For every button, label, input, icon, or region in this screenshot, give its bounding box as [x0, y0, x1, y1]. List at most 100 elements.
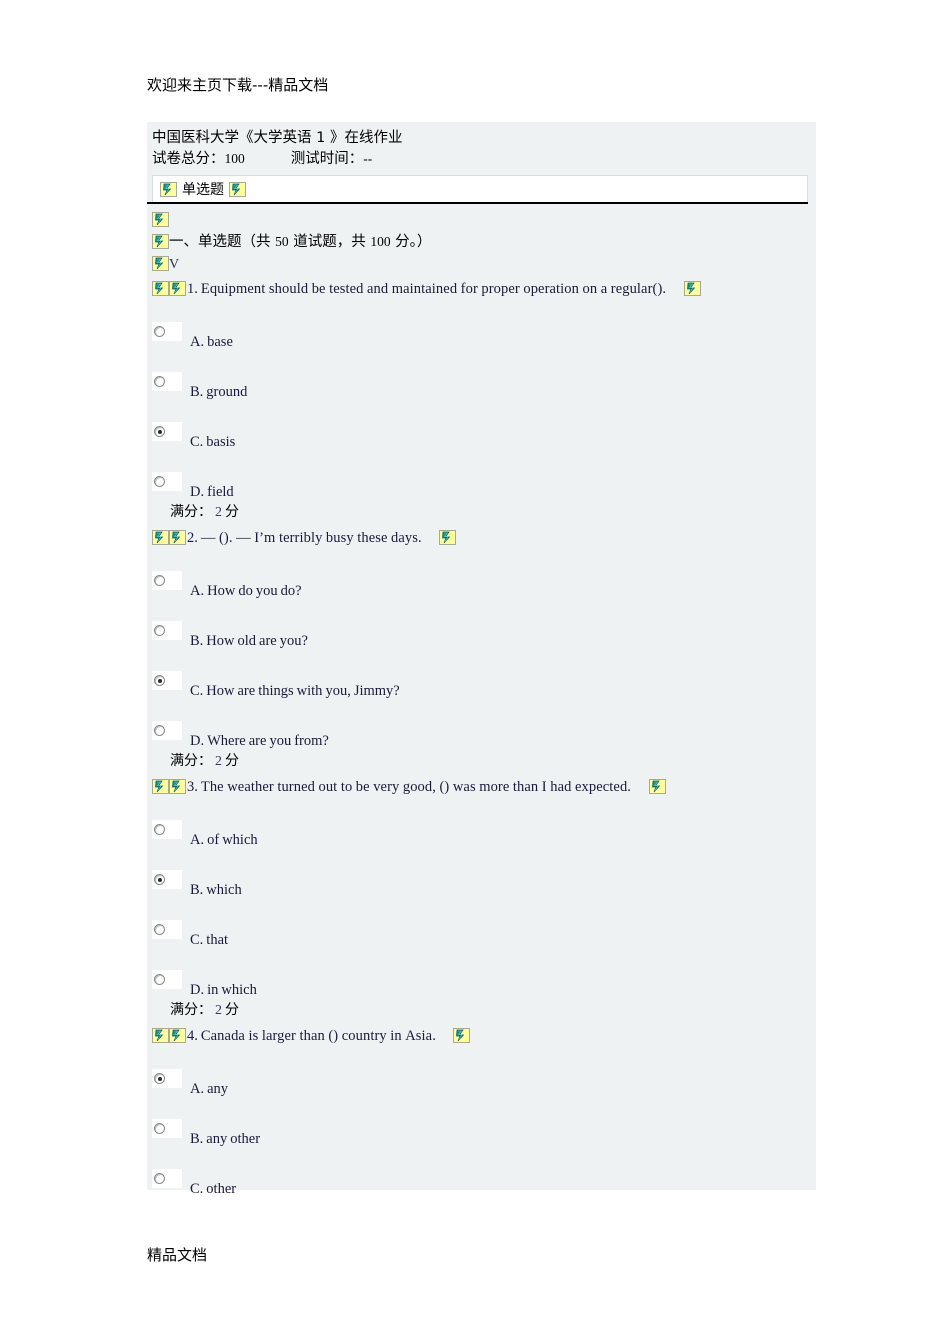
test-time-value: --	[363, 151, 373, 166]
radio-button-b[interactable]	[154, 376, 165, 387]
section-heading-prefix: 一、单选题（共	[169, 234, 276, 250]
exam-title: 中国医科大学《大学英语 1 》在线作业	[152, 130, 403, 146]
option-row[interactable]: C. basis	[152, 400, 808, 450]
option-row[interactable]: B. any other	[152, 1097, 808, 1147]
radio-cell[interactable]	[152, 970, 182, 989]
score-prefix: 满分：	[170, 1002, 212, 1018]
option-row[interactable]: C. other	[152, 1147, 808, 1197]
broken-image-icon	[152, 779, 169, 794]
broken-image-icon	[152, 256, 169, 271]
score-prefix: 满分：	[170, 753, 212, 769]
radio-button-a[interactable]	[154, 1073, 165, 1084]
bottom-watermark: 精品文档	[147, 1246, 208, 1264]
radio-button-d[interactable]	[154, 974, 165, 985]
broken-image-icon	[169, 281, 186, 296]
stray-char: V	[169, 257, 180, 272]
option-row[interactable]: B. which	[152, 848, 808, 898]
broken-image-icon	[648, 779, 666, 794]
score-value: 2	[215, 1003, 222, 1018]
score-value: 2	[215, 754, 222, 769]
radio-button-b[interactable]	[154, 625, 165, 636]
radio-cell[interactable]	[152, 870, 182, 889]
stray-char-line: V	[152, 254, 808, 275]
option-row[interactable]: D. Where are you from?	[152, 699, 808, 749]
radio-cell[interactable]	[152, 621, 182, 640]
radio-cell[interactable]	[152, 422, 182, 441]
radio-cell[interactable]	[152, 1119, 182, 1138]
question-stem: 1. Equipment should be tested and maintained fo…	[152, 278, 808, 300]
option-label: D. in which	[190, 982, 257, 998]
option-label: A. How do you do?	[190, 583, 302, 599]
option-row[interactable]: B. ground	[152, 350, 808, 400]
exam-panel: 中国医科大学《大学英语 1 》在线作业 试卷总分：100测试时间：-- 单选题	[147, 122, 816, 1197]
option-row[interactable]: B. How old are you?	[152, 599, 808, 649]
radio-cell[interactable]	[152, 372, 182, 391]
option-label: A. of which	[190, 832, 258, 848]
radio-cell[interactable]	[152, 671, 182, 690]
radio-cell[interactable]	[152, 472, 182, 491]
radio-button-c[interactable]	[154, 924, 165, 935]
broken-image-icon	[169, 779, 186, 794]
score-suffix: 分	[225, 753, 239, 769]
top-watermark: 欢迎来主页下载---精品文档	[147, 76, 329, 94]
score-line: 满分： 2 分	[170, 999, 808, 1022]
question-text: Equipment should be tested and maintained for p…	[200, 281, 667, 297]
broken-image-icon	[683, 281, 701, 296]
question-number: 1.	[187, 281, 198, 297]
tab-strip[interactable]: 单选题	[152, 175, 808, 202]
radio-button-b[interactable]	[154, 1123, 165, 1134]
radio-button-c[interactable]	[154, 426, 165, 437]
radio-button-a[interactable]	[154, 824, 165, 835]
option-label: A. base	[190, 334, 233, 350]
score-prefix: 满分：	[170, 504, 212, 520]
radio-button-d[interactable]	[154, 476, 165, 487]
broken-image-icon	[152, 530, 169, 545]
question-block: 1. Equipment should be tested and maintained fo…	[152, 278, 808, 524]
radio-cell[interactable]	[152, 1069, 182, 1088]
tab-label: 单选题	[182, 182, 224, 198]
option-row[interactable]: C. that	[152, 898, 808, 948]
option-row[interactable]: D. in which	[152, 948, 808, 998]
section-heading-suffix: 分。）	[390, 234, 432, 250]
radio-cell[interactable]	[152, 1169, 182, 1188]
radio-cell[interactable]	[152, 820, 182, 839]
option-row[interactable]: A. How do you do?	[152, 549, 808, 599]
broken-image-icon	[152, 234, 169, 249]
radio-cell[interactable]	[152, 721, 182, 740]
score-line: 满分： 2 分	[170, 750, 808, 773]
exam-header: 中国医科大学《大学英语 1 》在线作业 试卷总分：100 测试时间：--	[147, 122, 816, 170]
radio-cell[interactable]	[152, 920, 182, 939]
question-stem: 4. Canada is larger than() country in Asia.	[152, 1025, 808, 1047]
broken-image-icon	[169, 1028, 186, 1043]
option-row[interactable]: A. any	[152, 1047, 808, 1097]
option-row[interactable]: A. base	[152, 300, 808, 350]
radio-button-b[interactable]	[154, 874, 165, 885]
test-time-label: 测试时间：	[290, 151, 364, 167]
radio-button-d[interactable]	[154, 725, 165, 736]
broken-image-icon	[152, 281, 169, 296]
question-text: — (). — I’m terribly busy these days.	[200, 530, 422, 546]
score-line: 满分： 2 分	[170, 501, 808, 524]
option-row[interactable]: A. of which	[152, 798, 808, 848]
exam-meta: 试卷总分：100 测试时间：--	[152, 148, 816, 170]
tab-single-choice[interactable]: 单选题	[157, 179, 249, 199]
radio-cell[interactable]	[152, 322, 182, 341]
option-label: B. ground	[190, 384, 248, 400]
leading-icon-line	[152, 210, 808, 230]
radio-cell[interactable]	[152, 571, 182, 590]
option-row[interactable]: C. How are things with you, Jimmy?	[152, 649, 808, 699]
question-text: Canada is larger than() country in Asia.	[200, 1028, 436, 1044]
questions-container: 1. Equipment should be tested and maintained fo…	[152, 278, 808, 1197]
section-heading-mid: 道试题，共	[288, 234, 371, 250]
radio-button-a[interactable]	[154, 326, 165, 337]
radio-button-c[interactable]	[154, 675, 165, 686]
question-number: 4.	[187, 1028, 198, 1044]
radio-button-a[interactable]	[154, 575, 165, 586]
question-stem: 3. The weather turned out to be very good,() was m…	[152, 776, 808, 798]
radio-button-c[interactable]	[154, 1173, 165, 1184]
question-number: 2.	[187, 530, 198, 546]
broken-image-icon	[152, 1028, 169, 1043]
option-label: C. basis	[190, 434, 236, 450]
option-row[interactable]: D. field	[152, 450, 808, 500]
question-text: The weather turned out to be very good,() was mor…	[200, 779, 632, 795]
